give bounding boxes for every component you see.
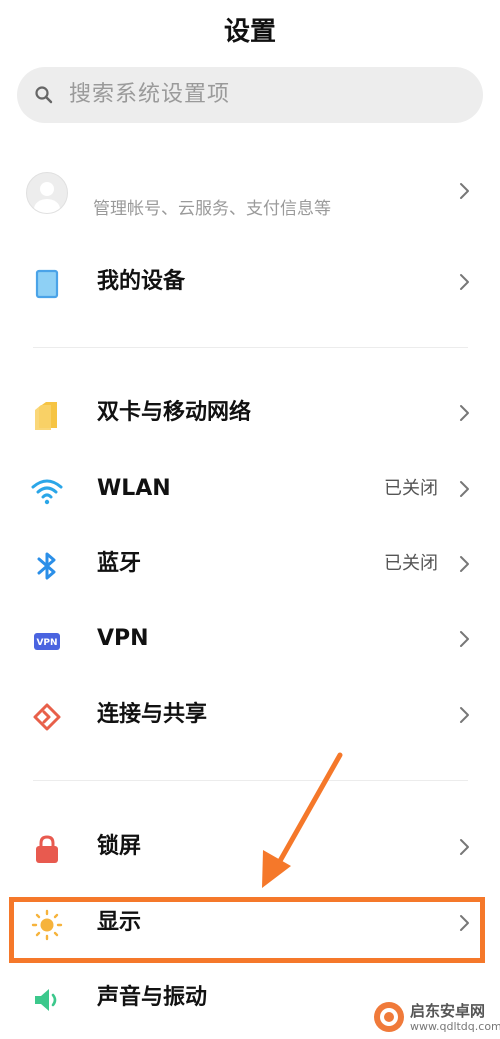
- row-label: 声音与振动: [97, 985, 208, 1010]
- search-icon: [35, 86, 53, 104]
- divider: [33, 347, 468, 348]
- row-lock-screen[interactable]: 锁屏: [0, 817, 500, 877]
- row-my-device[interactable]: 我的设备: [0, 252, 500, 312]
- row-label: VPN: [97, 626, 149, 651]
- share-icon: [33, 703, 61, 731]
- watermark-logo-icon: [374, 1002, 404, 1032]
- search-bar[interactable]: 搜索系统设置项: [17, 67, 483, 123]
- watermark: 启东安卓网 www.qdltdq.com: [372, 998, 500, 1038]
- chevron-right-icon: [460, 707, 469, 723]
- row-label: 双卡与移动网络: [97, 400, 252, 425]
- row-label: 蓝牙: [97, 551, 142, 576]
- row-label: WLAN: [97, 476, 171, 501]
- row-label: 我的设备: [97, 269, 186, 294]
- avatar-icon: [34, 182, 60, 213]
- row-connection-sharing[interactable]: 连接与共享: [0, 685, 500, 745]
- wlan-status: 已关闭: [384, 478, 438, 499]
- sim-card-icon: [35, 402, 57, 430]
- lock-icon: [36, 835, 58, 863]
- highlight-box: [9, 897, 485, 963]
- search-input[interactable]: 搜索系统设置项: [69, 67, 230, 123]
- vpn-icon: VPN: [34, 633, 60, 650]
- svg-text:VPN: VPN: [36, 638, 57, 648]
- bluetooth-status: 已关闭: [384, 553, 438, 574]
- divider: [33, 780, 468, 781]
- chevron-right-icon: [460, 839, 469, 855]
- tablet-icon: [35, 269, 59, 299]
- account-subtitle: 管理帐号、云服务、支付信息等: [93, 199, 331, 219]
- annotation-arrow: [262, 752, 343, 888]
- row-label: 连接与共享: [97, 702, 208, 727]
- chevron-right-icon: [460, 405, 469, 421]
- page-title: 设置: [223, 17, 276, 47]
- watermark-url: www.qdltdq.com: [410, 1020, 500, 1033]
- wifi-icon: [31, 479, 63, 505]
- chevron-right-icon: [460, 274, 469, 290]
- row-sim[interactable]: 双卡与移动网络: [0, 383, 500, 443]
- avatar: [26, 172, 68, 214]
- watermark-title: 启东安卓网: [410, 1002, 486, 1020]
- chevron-right-icon: [460, 631, 469, 647]
- chevron-right-icon: [460, 183, 469, 199]
- chevron-right-icon: [460, 481, 469, 497]
- row-wlan[interactable]: WLAN 已关闭: [0, 459, 500, 519]
- chevron-right-icon: [460, 556, 469, 572]
- bluetooth-icon: [37, 552, 56, 580]
- row-label: 锁屏: [97, 834, 142, 859]
- speaker-icon: [35, 989, 57, 1011]
- row-bluetooth[interactable]: 蓝牙 已关闭: [0, 534, 500, 594]
- row-vpn[interactable]: VPN VPN: [0, 609, 500, 669]
